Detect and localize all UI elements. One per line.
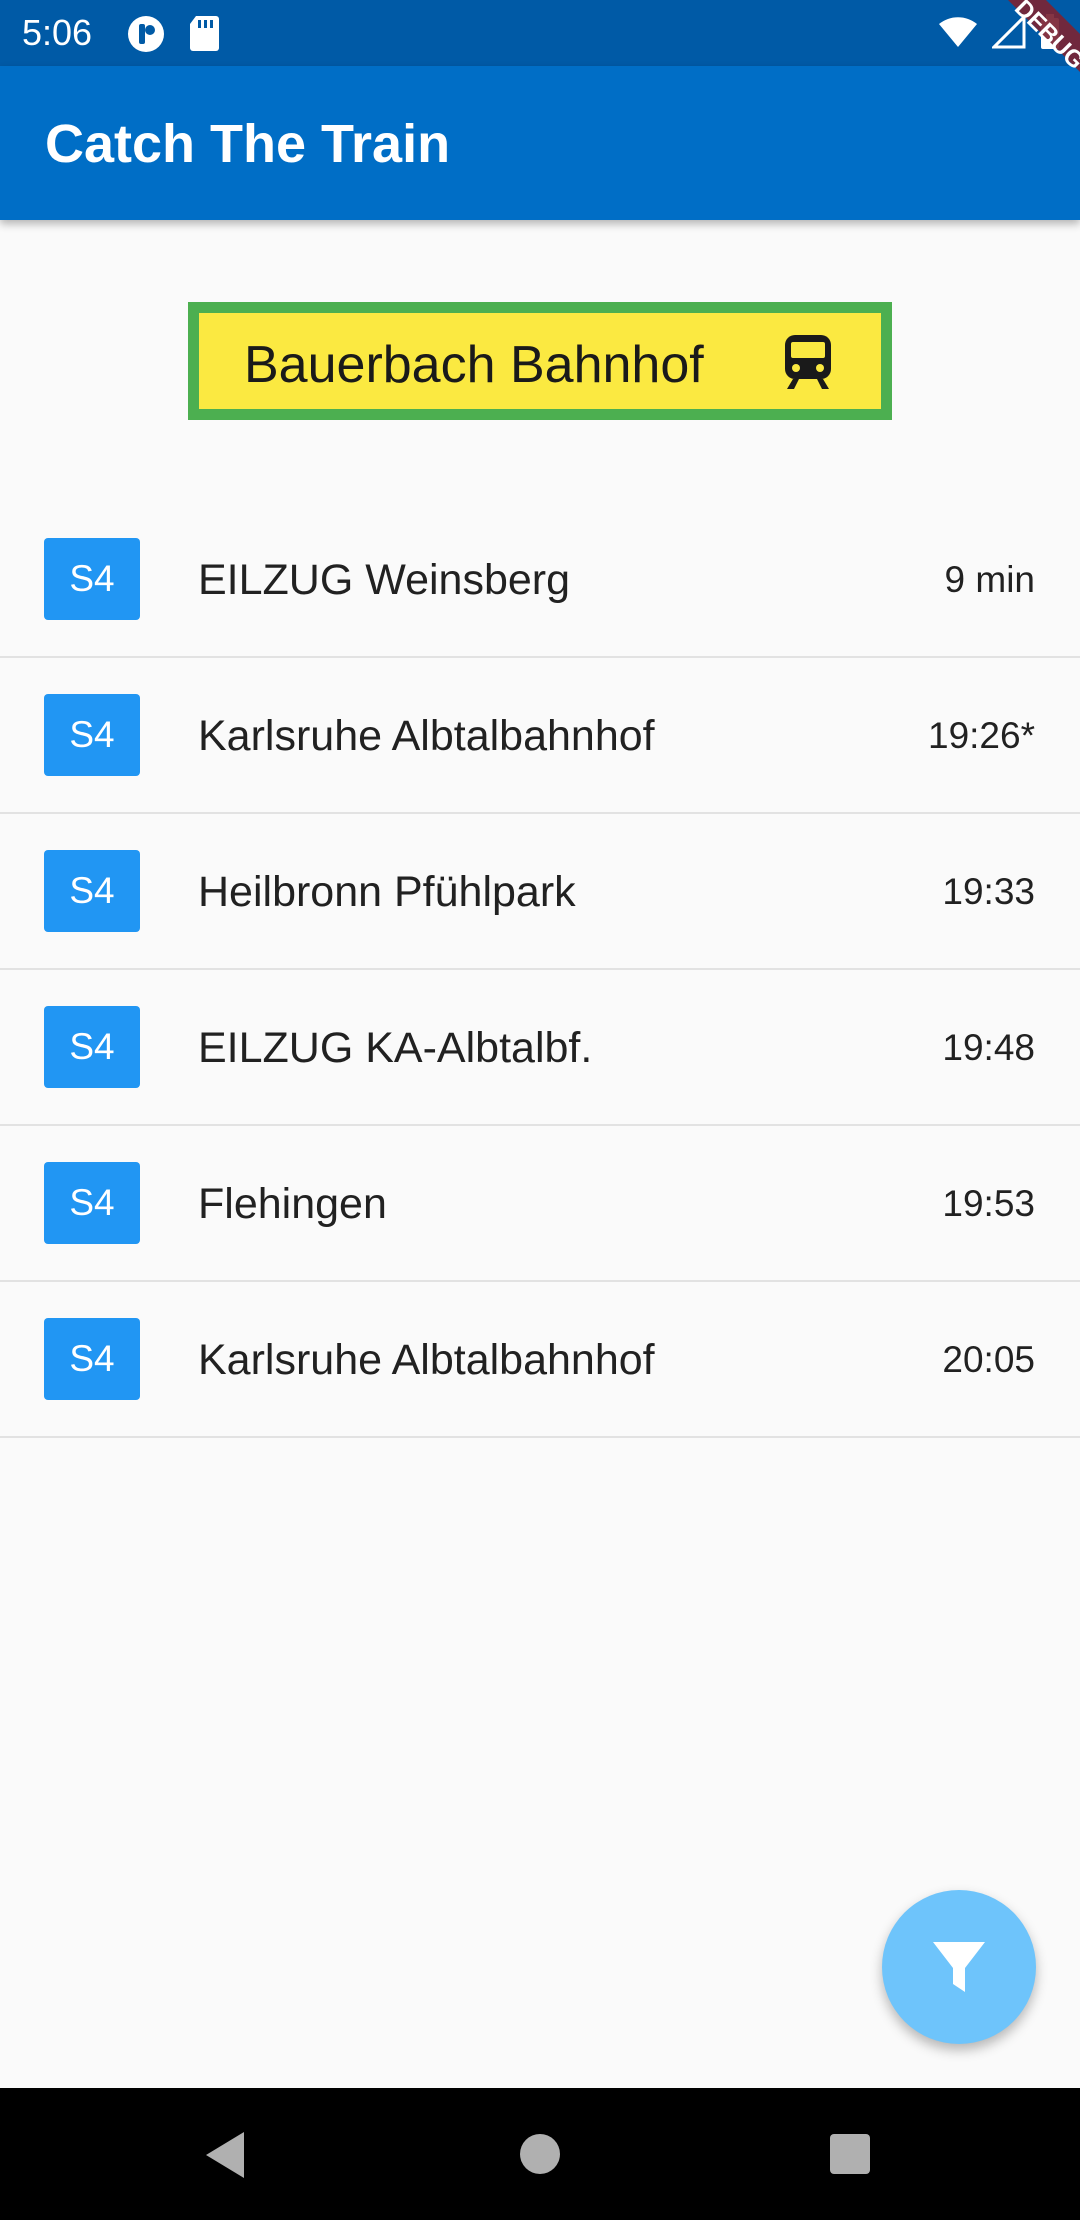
destination-label: Karlsruhe Albtalbahnhof [198,1336,655,1384]
station-name: Bauerbach Bahnhof [244,336,704,394]
home-icon[interactable] [520,2134,560,2174]
departure-row[interactable]: S4 Flehingen 19:53 [0,1126,1080,1282]
cell-signal-icon [990,13,1026,54]
departure-row[interactable]: S4 Karlsruhe Albtalbahnhof 19:26* [0,658,1080,814]
departure-time: 19:26* [928,715,1035,756]
page-title: Catch The Train [45,114,451,174]
destination-label: EILZUG KA-Albtalbf. [198,1024,593,1072]
destination-label: Heilbronn Pfühlpark [198,868,576,916]
filter-icon [933,1942,985,1992]
train-icon [783,333,833,396]
app-bar: Catch The Train [0,66,1080,220]
wifi-icon [938,15,978,54]
line-badge: S4 [44,1006,140,1088]
media-notification-icon [126,14,166,59]
status-icons-left [126,14,220,59]
status-bar: 5:06 [0,0,1080,66]
station-header: Bauerbach Bahnhof [188,302,892,420]
status-time: 5:06 [22,12,93,53]
departure-time: 19:33 [942,871,1035,912]
destination-label: Flehingen [198,1180,387,1228]
recents-icon[interactable] [830,2134,870,2174]
line-badge: S4 [44,1318,140,1400]
departure-time: 19:48 [942,1027,1035,1068]
line-badge: S4 [44,538,140,620]
departure-row[interactable]: S4 Karlsruhe Albtalbahnhof 20:05 [0,1282,1080,1438]
destination-label: Karlsruhe Albtalbahnhof [198,712,655,760]
filter-button[interactable] [882,1890,1036,2044]
sd-card-icon [188,14,220,59]
status-icons-right [938,13,1060,55]
departure-row[interactable]: S4 Heilbronn Pfühlpark 19:33 [0,814,1080,970]
navigation-bar [0,2088,1080,2220]
line-badge: S4 [44,694,140,776]
departure-time: 20:05 [942,1339,1035,1380]
departure-row[interactable]: S4 EILZUG Weinsberg 9 min [0,502,1080,658]
line-badge: S4 [44,850,140,932]
departure-time: 19:53 [942,1183,1035,1224]
battery-icon [1040,14,1060,55]
departure-time: 9 min [944,559,1035,600]
departure-list: S4 EILZUG Weinsberg 9 min S4 Karlsruhe Albta… [0,502,1080,1438]
line-badge: S4 [44,1162,140,1244]
back-icon[interactable] [204,2130,248,2185]
destination-label: EILZUG Weinsberg [198,556,571,604]
departure-row[interactable]: S4 EILZUG KA-Albtalbf. 19:48 [0,970,1080,1126]
